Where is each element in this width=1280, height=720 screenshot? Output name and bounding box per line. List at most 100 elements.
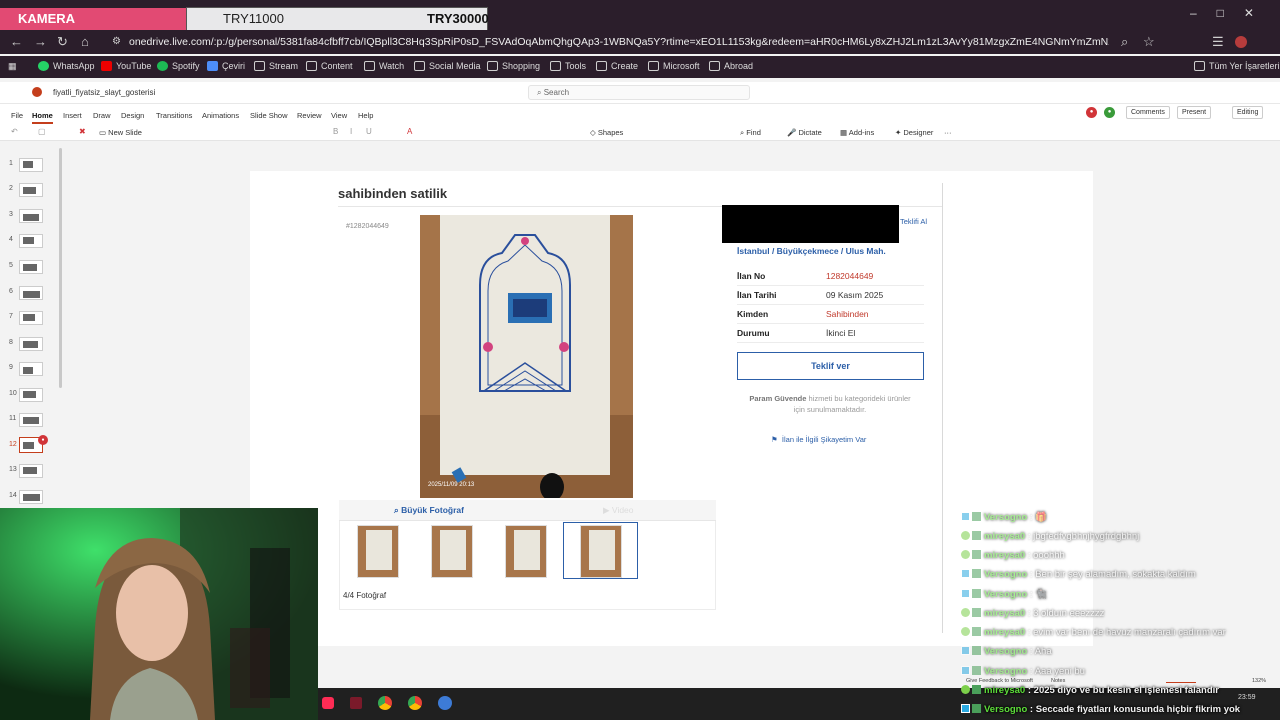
zoom-level[interactable]: 132% — [1252, 678, 1266, 684]
app-icon[interactable] — [350, 697, 362, 709]
bookmark-microsoft[interactable]: Microsoft — [648, 61, 700, 71]
gallery-thumb-2[interactable] — [431, 525, 473, 578]
bookmark-tools[interactable]: Tools — [550, 61, 586, 71]
tab-slide-show[interactable]: Slide Show — [250, 111, 288, 120]
tab-home[interactable]: Home — [32, 111, 53, 124]
settings-icon[interactable] — [438, 696, 452, 710]
slide-thumbnail[interactable] — [19, 183, 43, 197]
bookmark-social-media[interactable]: Social Media — [414, 61, 481, 71]
reload-icon[interactable]: ↻ — [57, 34, 68, 50]
editing-button[interactable]: Editing — [1232, 106, 1264, 119]
apps-icon[interactable]: ▦ — [8, 61, 17, 72]
make-offer-button[interactable]: Teklif ver — [737, 352, 924, 380]
new-slide-button[interactable]: ▭ New Slide — [99, 128, 142, 137]
chat-separator: : — [1025, 608, 1034, 619]
menu-icon[interactable]: ☰ — [1212, 34, 1224, 50]
thumbnail-scrollbar[interactable] — [59, 148, 62, 388]
bookmark-whatsapp[interactable]: WhatsApp — [38, 61, 95, 71]
slide-thumbnail[interactable] — [19, 286, 43, 300]
tab-review[interactable]: Review — [297, 111, 322, 120]
chat-badge-icon — [961, 589, 970, 598]
bookmark-create[interactable]: Create — [596, 61, 638, 71]
all-bookmarks[interactable]: Tüm Yer İşaretleri — [1194, 61, 1280, 71]
chat-username: mireysa0 — [984, 550, 1026, 561]
back-icon[interactable]: ← — [10, 34, 23, 49]
find-button[interactable]: ⌕ Find — [740, 128, 761, 138]
tab-animations[interactable]: Animations — [202, 111, 239, 120]
teklifi-al-link[interactable]: Teklifi Al — [900, 217, 927, 226]
tab-help[interactable]: Help — [358, 111, 373, 120]
undo-icon[interactable]: ↶ — [11, 127, 18, 136]
gallery-thumb-3[interactable] — [505, 525, 547, 578]
tab-transitions[interactable]: Transitions — [156, 111, 192, 120]
slide-thumbnail[interactable] — [19, 209, 43, 223]
bookmark-ceviri[interactable]: Çeviri — [207, 61, 245, 71]
notes-button[interactable]: Notes — [1051, 678, 1065, 684]
record-icon[interactable]: ● — [1086, 107, 1097, 118]
dictate-button[interactable]: 🎤 Dictate — [787, 128, 822, 137]
slide-thumbnail[interactable] — [19, 362, 43, 376]
paste-icon[interactable]: ▢ — [38, 127, 46, 136]
bookmark-stream[interactable]: Stream — [254, 61, 298, 71]
slide-thumbnail[interactable] — [19, 311, 43, 325]
zoom-slider[interactable] — [1166, 682, 1196, 683]
slide-thumbnail[interactable] — [19, 413, 43, 427]
slide-number: 10 — [9, 390, 17, 397]
file-name[interactable]: fiyatli_fiyatsiz_slayt_gosterisi — [53, 88, 155, 97]
profile-avatar[interactable] — [1235, 36, 1247, 48]
tab-insert[interactable]: Insert — [63, 111, 82, 120]
chat-username: mireysa0 — [984, 608, 1026, 619]
underline-icon[interactable]: U — [366, 127, 372, 136]
forward-icon[interactable]: → — [34, 34, 47, 49]
listing-photo[interactable] — [420, 215, 633, 498]
share-icon[interactable]: ● — [1104, 107, 1115, 118]
comments-button[interactable]: Comments — [1126, 106, 1170, 119]
tiktok-icon[interactable] — [322, 697, 334, 709]
font-color-icon[interactable]: A — [407, 127, 412, 136]
slide-thumbnail[interactable] — [19, 464, 43, 478]
addins-button[interactable]: ▦ Add-ins — [840, 128, 874, 137]
window-controls[interactable]: –□✕ — [1190, 6, 1274, 20]
feedback-link[interactable]: Give Feedback to Microsoft — [966, 678, 1033, 684]
home-icon[interactable]: ⌂ — [81, 34, 89, 49]
designer-button[interactable]: ✦ Designer — [895, 128, 933, 137]
gallery-thumb-1[interactable] — [357, 525, 399, 578]
chrome-icon[interactable] — [378, 696, 392, 710]
bookmark-shopping[interactable]: Shopping — [487, 61, 540, 71]
bookmark-abroad[interactable]: Abroad — [709, 61, 753, 71]
slide-thumbnail[interactable] — [19, 388, 43, 402]
report-listing-link[interactable]: ⚑ İlan ile İlgili Şikayetim Var — [771, 435, 866, 444]
italic-icon[interactable]: I — [350, 127, 352, 136]
slide-thumbnail[interactable] — [19, 260, 43, 274]
webcam-feed — [0, 508, 318, 720]
address-bar[interactable]: onedrive.live.com/:p:/g/personal/5381fa8… — [129, 36, 1109, 48]
present-button[interactable]: Present — [1177, 106, 1212, 119]
slide-thumbnail[interactable] — [19, 337, 43, 351]
chat-text: Ben bir şey alamadım, sokakta kaldım — [1035, 569, 1196, 580]
folder-icon — [414, 61, 425, 71]
bold-icon[interactable]: B — [333, 127, 338, 136]
tab-file[interactable]: File — [11, 111, 23, 120]
video-tab[interactable]: ▶ Video — [603, 505, 634, 516]
bookmark-watch[interactable]: Watch — [364, 61, 404, 71]
big-photo-tab[interactable]: ⌕ Büyük Fotoğraf — [394, 505, 464, 516]
search-input[interactable]: ⌕ Search — [528, 85, 750, 100]
slide-thumbnail[interactable] — [19, 490, 43, 504]
shapes-button[interactable]: ◇ Shapes — [590, 128, 623, 137]
tab-view[interactable]: View — [331, 111, 347, 120]
slide-number: 8 — [9, 339, 13, 346]
tab-draw[interactable]: Draw — [93, 111, 111, 120]
delete-icon[interactable]: ✖ — [79, 127, 86, 136]
bookmark-youtube[interactable]: YouTube — [101, 61, 151, 71]
bookmark-spotify[interactable]: Spotify — [157, 61, 200, 71]
tab-design[interactable]: Design — [121, 111, 144, 120]
bookmark-star-icon[interactable]: ☆ — [1143, 34, 1155, 50]
more-options-icon[interactable]: ··· — [944, 128, 952, 137]
bookmark-content[interactable]: Content — [306, 61, 353, 71]
slide-thumbnail[interactable] — [19, 234, 43, 248]
site-info-icon[interactable]: ⚙ — [112, 36, 121, 47]
slide-thumbnail[interactable] — [19, 158, 43, 172]
chrome-profile-icon[interactable] — [408, 696, 422, 710]
zoom-icon[interactable]: ⌕ — [1121, 34, 1128, 50]
location-breadcrumb[interactable]: İstanbul / Büyükçekmece / Ulus Mah. — [737, 246, 886, 256]
